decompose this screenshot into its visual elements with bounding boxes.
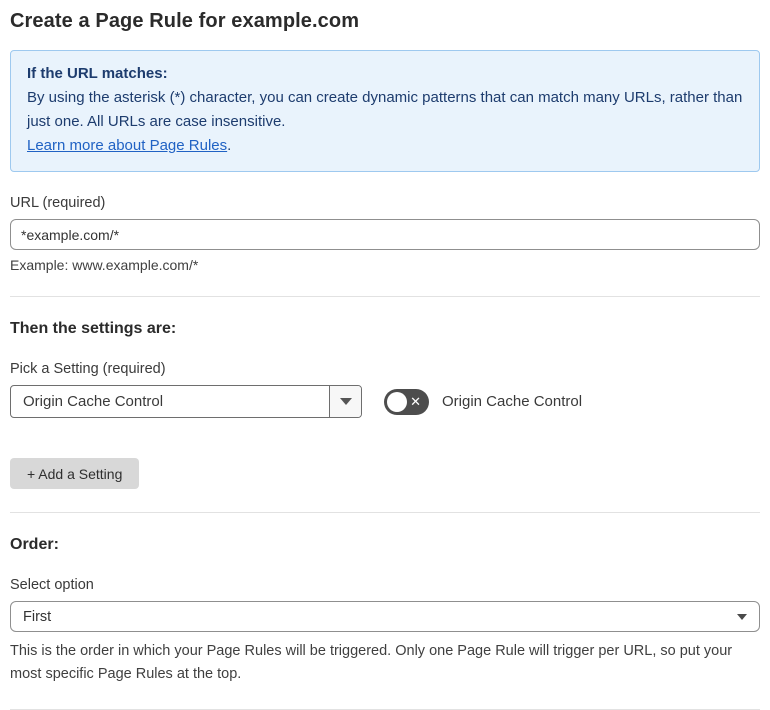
url-example-text: Example: www.example.com/* (10, 257, 199, 273)
order-section-heading: Order: (10, 536, 59, 553)
order-select[interactable]: First (10, 601, 760, 632)
info-banner-body: By using the asterisk (*) character, you… (27, 89, 743, 130)
create-page-rule-form: Create a Page Rule for example.com If th… (0, 0, 770, 710)
origin-cache-control-toggle[interactable]: ✕ (384, 388, 429, 415)
setting-select[interactable]: Origin Cache Control (10, 385, 362, 418)
link-suffix: . (227, 137, 232, 154)
order-select-value: First (23, 608, 52, 625)
info-banner-heading: If the URL matches: (27, 65, 168, 82)
url-match-info-banner: If the URL matches: By using the asteris… (10, 50, 760, 172)
divider (10, 512, 760, 513)
learn-more-link[interactable]: Learn more about Page Rules (27, 137, 227, 154)
chevron-down-icon (339, 398, 352, 405)
toggle-setting-label: Origin Cache Control (442, 393, 583, 410)
setting-select-arrow-button[interactable] (329, 386, 361, 417)
divider (10, 296, 760, 297)
order-select-label: Select option (10, 577, 94, 593)
add-setting-button[interactable]: + Add a Setting (10, 458, 140, 489)
url-input[interactable] (10, 219, 760, 250)
settings-section-heading: Then the settings are: (10, 320, 177, 337)
info-banner-link-row: Learn more about Page Rules. (27, 134, 743, 158)
pick-setting-label: Pick a Setting (required) (10, 361, 166, 377)
toggle-off-x-icon: ✕ (410, 394, 421, 409)
page-title: Create a Page Rule for example.com (10, 10, 360, 32)
toggle-knob (387, 391, 407, 412)
chevron-down-icon (737, 613, 747, 620)
setting-select-value: Origin Cache Control (23, 393, 164, 410)
order-help-text: This is the order in which your Page Rul… (10, 643, 733, 682)
url-field-label: URL (required) (10, 195, 106, 211)
setting-row: Origin Cache Control ✕ Origin Cache Cont… (10, 385, 760, 418)
